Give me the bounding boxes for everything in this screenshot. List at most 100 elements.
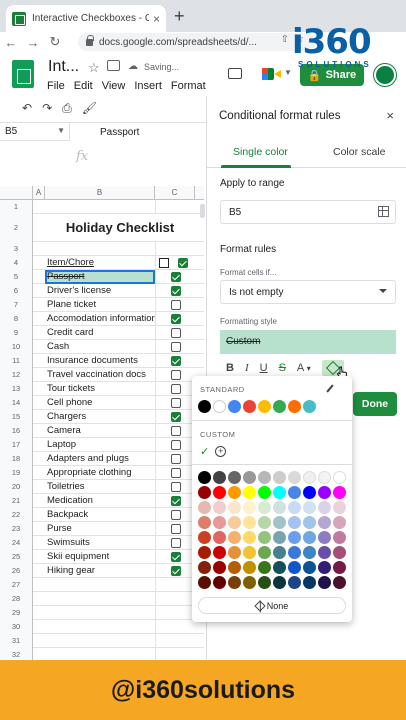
none-color-button[interactable]: None	[198, 597, 346, 614]
menu-file[interactable]: File	[47, 80, 65, 92]
color-swatch[interactable]	[333, 516, 346, 529]
color-swatch[interactable]	[213, 516, 226, 529]
sheets-logo-icon[interactable]	[12, 60, 34, 88]
item-cell[interactable]: Swimsuits	[45, 536, 155, 550]
item-cell[interactable]: Chargers	[45, 410, 155, 424]
color-swatch[interactable]	[318, 486, 331, 499]
row-number[interactable]: 9	[0, 326, 33, 340]
tab-color-scale[interactable]: Color scale	[333, 146, 386, 158]
color-swatch[interactable]	[228, 561, 241, 574]
item-cell[interactable]: Toiletries	[45, 480, 155, 494]
color-swatch[interactable]	[318, 516, 331, 529]
meet-icon[interactable]	[262, 66, 282, 82]
color-swatch[interactable]	[258, 516, 271, 529]
checkbox-unchecked[interactable]	[171, 300, 181, 310]
document-title[interactable]: Int...	[48, 58, 79, 76]
color-swatch[interactable]	[228, 516, 241, 529]
style-preview[interactable]: Custom	[220, 330, 396, 354]
item-cell[interactable]: Passport	[45, 270, 155, 284]
color-swatch[interactable]	[243, 561, 256, 574]
color-swatch[interactable]	[303, 576, 316, 589]
color-swatch[interactable]	[198, 471, 211, 484]
color-swatch[interactable]	[213, 576, 226, 589]
color-swatch[interactable]	[273, 546, 286, 559]
item-cell[interactable]	[45, 200, 155, 214]
color-swatch[interactable]	[333, 561, 346, 574]
checkbox-unchecked[interactable]	[171, 510, 181, 520]
color-swatch[interactable]	[228, 576, 241, 589]
color-swatch[interactable]	[303, 546, 316, 559]
color-swatch[interactable]	[318, 561, 331, 574]
close-tab-icon[interactable]: ×	[153, 12, 160, 26]
color-swatch[interactable]	[198, 516, 211, 529]
custom-color-check-icon[interactable]: ✓	[200, 445, 209, 458]
color-swatch[interactable]	[243, 516, 256, 529]
color-swatch[interactable]	[198, 400, 211, 413]
print-icon[interactable]: ⎙	[62, 101, 72, 116]
checkbox-unchecked[interactable]	[171, 370, 181, 380]
color-swatch[interactable]	[213, 531, 226, 544]
item-cell[interactable]: Credit card	[45, 326, 155, 340]
row-number[interactable]: 15	[0, 410, 33, 424]
color-swatch[interactable]	[303, 486, 316, 499]
checkbox-unchecked[interactable]	[171, 440, 181, 450]
color-swatch[interactable]	[198, 561, 211, 574]
color-swatch[interactable]	[333, 546, 346, 559]
item-cell[interactable]: Camera	[45, 424, 155, 438]
strikethrough-button[interactable]: S	[279, 362, 286, 374]
paint-format-icon[interactable]: 🖌	[82, 101, 97, 115]
chevron-down-icon[interactable]: ▼	[57, 126, 65, 135]
row-number[interactable]: 16	[0, 424, 33, 438]
checkbox-unchecked[interactable]	[171, 468, 181, 478]
color-swatch[interactable]	[303, 471, 316, 484]
item-cell[interactable]	[45, 592, 155, 606]
row-number[interactable]: 8	[0, 312, 33, 326]
select-range-icon[interactable]	[378, 206, 389, 217]
color-swatch[interactable]	[198, 576, 211, 589]
color-swatch[interactable]	[333, 531, 346, 544]
color-swatch[interactable]	[213, 486, 226, 499]
color-swatch[interactable]	[318, 531, 331, 544]
checkbox-unchecked[interactable]	[171, 328, 181, 338]
color-swatch[interactable]	[258, 486, 271, 499]
item-cell[interactable]: Backpack	[45, 508, 155, 522]
checkbox-unchecked[interactable]	[171, 384, 181, 394]
row-number[interactable]: 1	[0, 200, 33, 214]
color-swatch[interactable]	[288, 471, 301, 484]
color-swatch[interactable]	[288, 516, 301, 529]
color-swatch[interactable]	[198, 546, 211, 559]
condition-select[interactable]: Is not empty	[220, 280, 396, 304]
color-swatch[interactable]	[303, 531, 316, 544]
color-swatch[interactable]	[333, 471, 346, 484]
color-swatch[interactable]	[243, 531, 256, 544]
color-swatch[interactable]	[243, 400, 256, 413]
scrollbar-thumb[interactable]	[200, 204, 205, 218]
row-number[interactable]: 29	[0, 606, 33, 620]
item-cell[interactable]: Travel vaccination docs	[45, 368, 155, 382]
formula-input[interactable]: Passport	[100, 127, 139, 138]
edit-pencil-icon[interactable]	[326, 384, 334, 393]
row-number[interactable]: 27	[0, 578, 33, 592]
color-swatch[interactable]	[303, 561, 316, 574]
row-number[interactable]: 3	[0, 242, 33, 256]
color-swatch[interactable]	[258, 471, 271, 484]
item-cell[interactable]	[45, 578, 155, 592]
color-swatch[interactable]	[273, 531, 286, 544]
row-number[interactable]: 17	[0, 438, 33, 452]
color-swatch[interactable]	[243, 546, 256, 559]
item-cell[interactable]: Medication	[45, 494, 155, 508]
color-swatch[interactable]	[288, 576, 301, 589]
row-number[interactable]: 25	[0, 550, 33, 564]
new-tab-button[interactable]: +	[174, 6, 185, 27]
item-cell[interactable]	[45, 606, 155, 620]
color-swatch[interactable]	[243, 486, 256, 499]
color-swatch[interactable]	[303, 516, 316, 529]
item-cell[interactable]: Item/Chore	[45, 256, 155, 270]
item-cell[interactable]: Cash	[45, 340, 155, 354]
checkbox-unchecked[interactable]	[171, 398, 181, 408]
item-cell[interactable]: Accomodation information	[45, 312, 155, 326]
color-swatch[interactable]	[213, 400, 226, 413]
checkbox-checked[interactable]	[171, 496, 181, 506]
redo-icon[interactable]: ↷	[42, 101, 52, 115]
item-cell[interactable]: Insurance documents	[45, 354, 155, 368]
